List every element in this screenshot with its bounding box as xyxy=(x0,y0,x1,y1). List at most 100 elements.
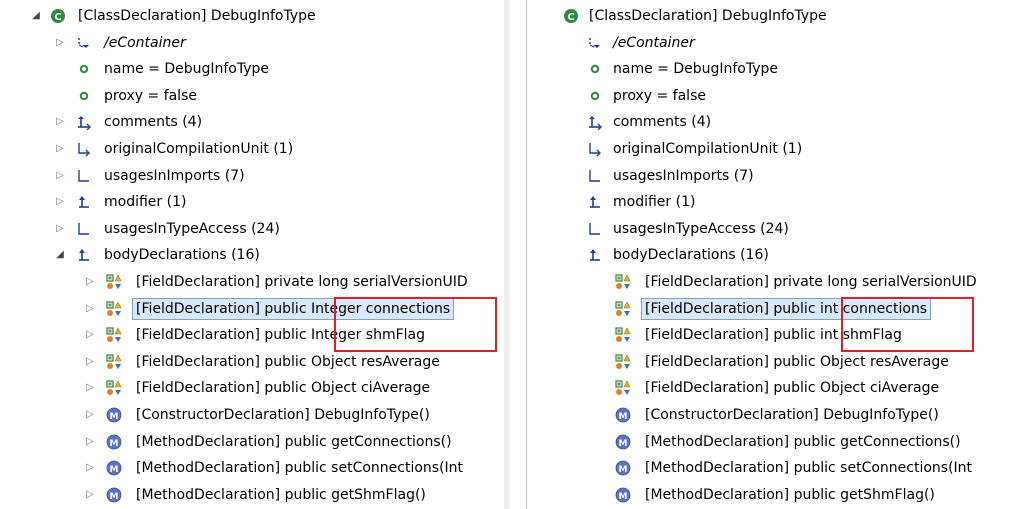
tree-item-label: /eContainer xyxy=(104,35,186,51)
field-icon xyxy=(615,274,631,290)
tree-item[interactable]: [FieldDeclaration] public int connection… xyxy=(527,298,1014,320)
attribute-icon xyxy=(587,88,603,104)
tree-item[interactable]: name = DebugInfoType xyxy=(527,59,1014,79)
tree-item[interactable]: proxy = false xyxy=(0,86,510,106)
tree-item-label: [FieldDeclaration] public Object ciAvera… xyxy=(645,380,940,396)
tree-item[interactable]: [FieldDeclaration] public Object ciAvera… xyxy=(527,378,1014,398)
collapsed-twisty-icon[interactable]: ▷ xyxy=(54,166,66,186)
collapsed-twisty-icon[interactable]: ▷ xyxy=(54,219,66,239)
expanded-twisty-icon[interactable]: ◢ xyxy=(30,6,42,26)
tree-item[interactable]: [FieldDeclaration] public int shmFlag xyxy=(527,325,1014,345)
reference-many-icon xyxy=(587,141,603,157)
tree-item[interactable]: bodyDeclarations (16) xyxy=(527,245,1014,265)
tree-item-label: usagesInTypeAccess (24) xyxy=(613,221,789,237)
collapsed-twisty-icon[interactable]: ▷ xyxy=(54,112,66,132)
tree-item[interactable]: ▷ [FieldDeclaration] public Object resAve… xyxy=(0,352,510,372)
collapsed-twisty-icon[interactable]: ▷ xyxy=(84,405,96,425)
tree-item-label: [ConstructorDeclaration] DebugInfoType() xyxy=(136,407,430,423)
reference-many-icon xyxy=(76,141,92,157)
tree-item[interactable]: ▷ originalCompilationUnit (1) xyxy=(0,139,510,159)
tree-item[interactable]: comments (4) xyxy=(527,112,1014,132)
svg-text:M: M xyxy=(619,465,628,475)
tree-item[interactable]: ▷ [FieldDeclaration] public Integer shmFl… xyxy=(0,325,510,345)
tree-item[interactable]: ▷ usagesInTypeAccess (24) xyxy=(0,219,510,239)
tree-item[interactable]: name = DebugInfoType xyxy=(0,59,510,79)
tree-item[interactable]: ▷ [FieldDeclaration] public Object ciAver… xyxy=(0,378,510,398)
method-icon: M xyxy=(615,487,631,503)
collapsed-twisty-icon[interactable]: ▷ xyxy=(84,352,96,372)
tree-item[interactable]: C [ClassDeclaration] DebugInfoType xyxy=(527,6,1014,26)
collapsed-twisty-icon[interactable]: ▷ xyxy=(84,432,96,452)
tree-item-label: [ClassDeclaration] DebugInfoType xyxy=(589,8,827,24)
tree-item-label: modifier (1) xyxy=(104,194,187,210)
svg-text:M: M xyxy=(110,492,119,502)
tree-item-label: comments (4) xyxy=(104,114,203,130)
tree-item[interactable]: ▷ [FieldDeclaration] private long serialV… xyxy=(0,272,510,292)
tree-item[interactable]: M [MethodDeclaration] public getConnectio… xyxy=(527,432,1014,452)
tree-item-label: [FieldDeclaration] public int shmFlag xyxy=(645,327,902,343)
tree-item[interactable]: ▷ M [MethodDeclaration] public getShmFlag(… xyxy=(0,485,510,505)
collapsed-twisty-icon[interactable]: ▷ xyxy=(84,325,96,345)
method-icon: M xyxy=(106,407,122,423)
tree-item-label: originalCompilationUnit (1) xyxy=(104,141,294,157)
svg-text:M: M xyxy=(619,439,628,449)
tree-item[interactable]: ▷ M [MethodDeclaration] public setConnecti… xyxy=(0,458,510,478)
tree-item-label: [ConstructorDeclaration] DebugInfoType() xyxy=(645,407,939,423)
tree-item[interactable]: M [MethodDeclaration] public getShmFlag() xyxy=(527,485,1014,505)
method-icon: M xyxy=(615,407,631,423)
containment-icon xyxy=(587,194,603,210)
attribute-icon xyxy=(587,61,603,77)
method-icon: M xyxy=(615,460,631,476)
tree-item[interactable]: /eContainer xyxy=(527,33,1014,53)
collapsed-twisty-icon[interactable]: ▷ xyxy=(84,299,96,319)
svg-text:C: C xyxy=(567,12,574,23)
tree-item[interactable]: ▷ [FieldDeclaration] public Integer conne… xyxy=(0,298,510,320)
field-icon xyxy=(615,301,631,317)
containment-icon xyxy=(587,247,603,263)
tree-item-label: comments (4) xyxy=(613,114,712,130)
tree-item[interactable]: [FieldDeclaration] private long serialVe… xyxy=(527,272,1014,292)
collapsed-twisty-icon[interactable]: ▷ xyxy=(54,139,66,159)
tree-item[interactable]: ▷ /eContainer xyxy=(0,33,510,53)
collapsed-twisty-icon[interactable]: ▷ xyxy=(54,192,66,212)
tree-item[interactable]: ▷ usagesInImports (7) xyxy=(0,166,510,186)
collapsed-twisty-icon[interactable]: ▷ xyxy=(84,458,96,478)
tree-item[interactable]: M [ConstructorDeclaration] DebugInfoType(… xyxy=(527,405,1014,425)
reference-icon xyxy=(587,221,603,237)
tree-item[interactable]: ▷ comments (4) xyxy=(0,112,510,132)
tree-item-label: name = DebugInfoType xyxy=(613,61,779,77)
tree-item[interactable]: ▷ modifier (1) xyxy=(0,192,510,212)
tree-item-label: originalCompilationUnit (1) xyxy=(613,141,803,157)
field-icon xyxy=(106,301,122,317)
svg-text:M: M xyxy=(110,412,119,422)
tree-item[interactable]: ◢ C [ClassDeclaration] DebugInfoType xyxy=(0,6,510,26)
collapsed-twisty-icon[interactable]: ▷ xyxy=(84,378,96,398)
tree-item-label: usagesInImports (7) xyxy=(613,168,754,184)
tree-item[interactable]: ◢ bodyDeclarations (16) xyxy=(0,245,510,265)
tree-item-label: proxy = false xyxy=(613,88,706,104)
field-icon xyxy=(106,354,122,370)
tree-item[interactable]: ▷ M [MethodDeclaration] public getConnecti… xyxy=(0,432,510,452)
field-icon xyxy=(615,380,631,396)
panel-gap xyxy=(510,0,526,509)
expanded-twisty-icon[interactable]: ◢ xyxy=(54,245,66,265)
tree-item-label: [FieldDeclaration] public int connection… xyxy=(640,298,932,320)
tree-item[interactable]: originalCompilationUnit (1) xyxy=(527,139,1014,159)
tree-item[interactable]: M [MethodDeclaration] public setConnectio… xyxy=(527,458,1014,478)
tree-item-label: [FieldDeclaration] private long serialVe… xyxy=(645,274,977,290)
tree-item[interactable]: modifier (1) xyxy=(527,192,1014,212)
tree-item-label: modifier (1) xyxy=(613,194,696,210)
collapsed-twisty-icon[interactable]: ▷ xyxy=(54,33,66,53)
tree-item[interactable]: usagesInImports (7) xyxy=(527,166,1014,186)
tree-item[interactable]: [FieldDeclaration] public Object resAver… xyxy=(527,352,1014,372)
tree-item-label: usagesInImports (7) xyxy=(104,168,245,184)
containment-icon xyxy=(76,194,92,210)
tree-item[interactable]: usagesInTypeAccess (24) xyxy=(527,219,1014,239)
field-icon xyxy=(615,354,631,370)
tree-item[interactable]: ▷ M [ConstructorDeclaration] DebugInfoType… xyxy=(0,405,510,425)
collapsed-twisty-icon[interactable]: ▷ xyxy=(84,272,96,292)
collapsed-twisty-icon[interactable]: ▷ xyxy=(84,485,96,505)
tree-item-label: [MethodDeclaration] public getShmFlag() xyxy=(136,487,426,503)
tree-item-label: bodyDeclarations (16) xyxy=(613,247,769,263)
tree-item[interactable]: proxy = false xyxy=(527,86,1014,106)
